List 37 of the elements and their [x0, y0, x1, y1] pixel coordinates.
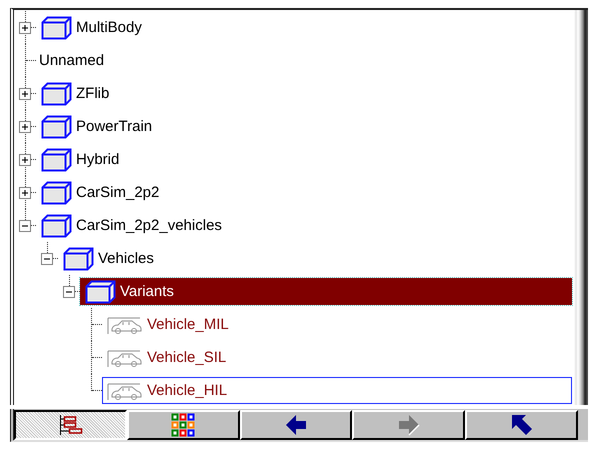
toolbar-button[interactable]: [14, 410, 127, 440]
box-icon: [85, 280, 116, 304]
box-icon: [41, 16, 72, 40]
plus-icon[interactable]: [19, 187, 31, 199]
right-arrow-icon: [398, 414, 420, 436]
car-icon: [107, 348, 143, 368]
grid-icon: [171, 413, 196, 437]
car-icon: [107, 314, 143, 334]
tree-item[interactable]: Vehicle_HIL: [102, 377, 572, 404]
up-left-arrow-icon: [510, 414, 533, 436]
box-icon: [63, 246, 94, 270]
tree-item[interactable]: CarSim_2p2: [36, 179, 572, 206]
left-arrow-icon: [284, 414, 307, 436]
car-icon: [107, 380, 143, 400]
minus-icon[interactable]: [41, 253, 53, 265]
tree-icon: [57, 414, 84, 436]
tree-item[interactable]: Vehicle_SIL: [102, 344, 572, 371]
tree-item[interactable]: Unnamed: [36, 47, 572, 74]
box-icon: [41, 214, 72, 238]
tree-item[interactable]: MultiBody: [36, 14, 572, 41]
box-icon: [41, 114, 72, 138]
tree-item[interactable]: PowerTrain: [36, 113, 572, 140]
tree-item[interactable]: Vehicle_MIL: [102, 311, 572, 338]
box-icon: [41, 148, 72, 172]
plus-icon[interactable]: [19, 88, 31, 100]
tree-item[interactable]: Variants: [80, 278, 572, 305]
plus-icon[interactable]: [19, 121, 31, 133]
tree-item[interactable]: Vehicles: [58, 245, 572, 272]
minus-icon[interactable]: [19, 220, 31, 232]
tree-item[interactable]: Hybrid: [36, 146, 572, 173]
tree-item[interactable]: CarSim_2p2_vehicles: [36, 212, 572, 239]
box-icon: [41, 82, 72, 106]
box-icon: [41, 180, 72, 204]
plus-icon[interactable]: [19, 154, 31, 166]
tree-item[interactable]: ZFlib: [36, 80, 572, 107]
minus-icon[interactable]: [63, 286, 75, 298]
plus-icon[interactable]: [19, 22, 31, 34]
